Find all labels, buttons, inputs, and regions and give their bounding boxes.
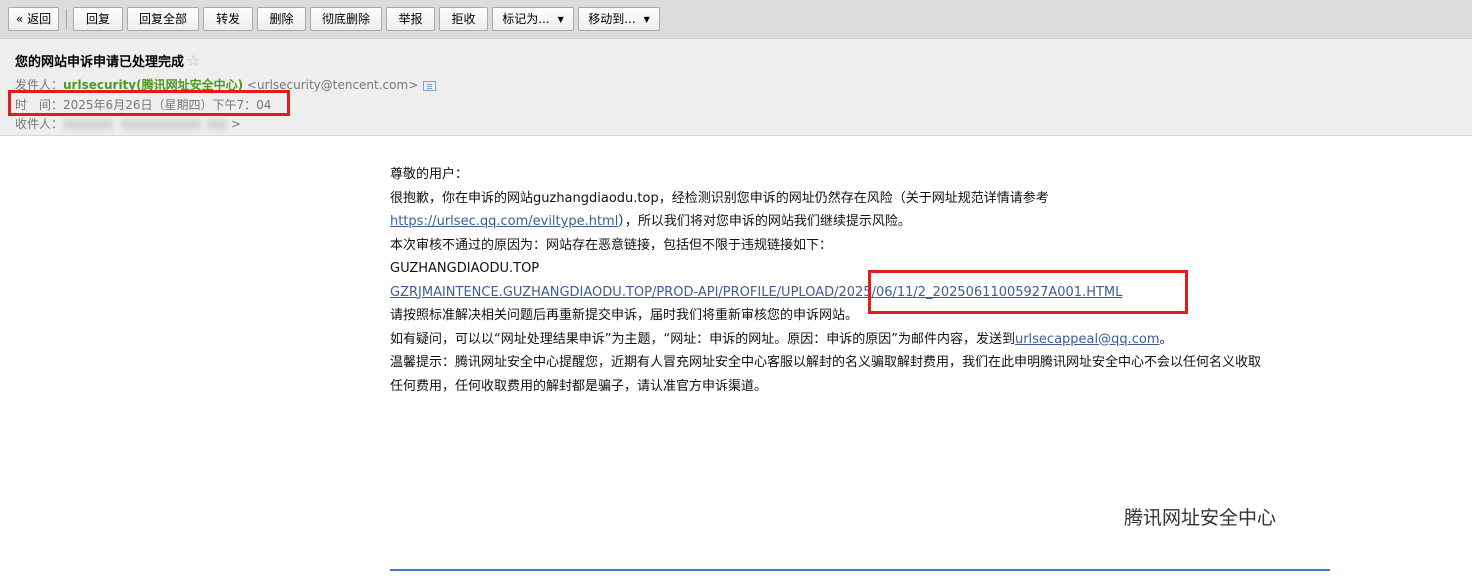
subject-text: 您的网站申诉申请已处理完成: [15, 55, 185, 70]
mark-as-dropdown[interactable]: 标记为... ▼: [492, 7, 574, 31]
body-line-7b: 任何费用，任何收取费用的解封都是骗子，请认准官方申诉渠道。: [390, 378, 768, 394]
body-line-2: https://urlsec.qq.com/eviltype.html），所以我…: [390, 210, 1340, 234]
delete-button[interactable]: 删除: [257, 7, 306, 31]
body-line-6: 如有疑问，可以以“网址处理结果申诉”为主题，“网址：申诉的网址。原因：申诉的原因…: [390, 328, 1340, 352]
back-button[interactable]: « 返回: [8, 7, 59, 31]
greeting: 尊敬的用户：: [390, 167, 469, 182]
to-label: 收件人：: [15, 117, 64, 131]
body-line-6-prefix: 如有疑问，可以以“网址处理结果申诉”为主题，“网址：申诉的网址。原因：申诉的原因…: [390, 331, 1015, 347]
toolbar-separator: [66, 9, 67, 29]
body-line-2-suffix: ），所以我们将对您申诉的网站我们继续提示风险。: [618, 214, 911, 229]
mail-toolbar: « 返回 回复 回复全部 转发 删除 彻底删除 举报 拒收 标记为... ▼ 移动…: [0, 0, 1472, 39]
mail-header: 您的网站申诉申请已处理完成 ☆ 发件人：urlsecurity(腾讯网址安全中心)…: [0, 39, 1472, 136]
body-line-7a: 温馨提示：腾讯网址安全中心提醒您，近期有人冒充网址安全中心客服以解封的名义骗取解…: [390, 355, 1262, 370]
appeal-email-link[interactable]: urlsecappeal@qq.com: [1015, 332, 1160, 347]
redacted-recipient: [63, 119, 114, 130]
body-line-link: GZRJMAINTENCE.GUZHANGDIAODU.TOP/PROD-API…: [390, 281, 1340, 305]
chevron-down-icon: ▼: [643, 15, 650, 24]
time-highlight-box: [8, 90, 290, 116]
recipient-close-bracket: >: [230, 117, 241, 131]
recipient-row: 收件人： >: [15, 115, 241, 132]
signature: 腾讯网址安全中心: [1124, 507, 1277, 529]
star-icon[interactable]: ☆: [186, 51, 200, 70]
reply-button[interactable]: 回复: [73, 7, 123, 31]
mail-subject: 您的网站申诉申请已处理完成 ☆: [15, 51, 200, 70]
delete-permanently-button[interactable]: 彻底删除: [310, 7, 382, 31]
bottom-rule: [390, 569, 1330, 571]
body-line-1: 很抱歉，你在申诉的网站guzhangdiaodu.top，经检测识别您申诉的网址…: [390, 190, 1049, 206]
url-date-highlight-box: [868, 270, 1188, 314]
move-to-label: 移动到...: [588, 12, 636, 26]
body-line-5: 请按照标准解决相关问题后再重新提交申诉，届时我们将重新审核您的申诉网站。: [390, 308, 859, 323]
redacted-recipient-address: [121, 119, 202, 130]
eviltype-link[interactable]: https://urlsec.qq.com/eviltype.html: [390, 214, 618, 229]
body-line-3: 本次审核不通过的原因为：网站存在恶意链接，包括但不限于违规链接如下：: [390, 237, 833, 253]
reject-button[interactable]: 拒收: [439, 7, 488, 31]
chevron-down-icon: ▼: [557, 15, 564, 24]
report-button[interactable]: 举报: [386, 7, 435, 31]
move-to-dropdown[interactable]: 移动到... ▼: [578, 7, 660, 31]
body-line-6-suffix: 。: [1159, 331, 1173, 347]
forward-button[interactable]: 转发: [203, 7, 253, 31]
mark-as-label: 标记为...: [502, 12, 550, 26]
body-line-4: GUZHANGDIAODU.TOP: [390, 261, 540, 276]
mail-body: 尊敬的用户： 很抱歉，你在申诉的网站guzhangdiaodu.top，经检测识…: [390, 163, 1340, 398]
reply-all-button[interactable]: 回复全部: [127, 7, 199, 31]
redacted-recipient-domain: [207, 119, 228, 130]
contact-card-icon[interactable]: [423, 81, 437, 91]
